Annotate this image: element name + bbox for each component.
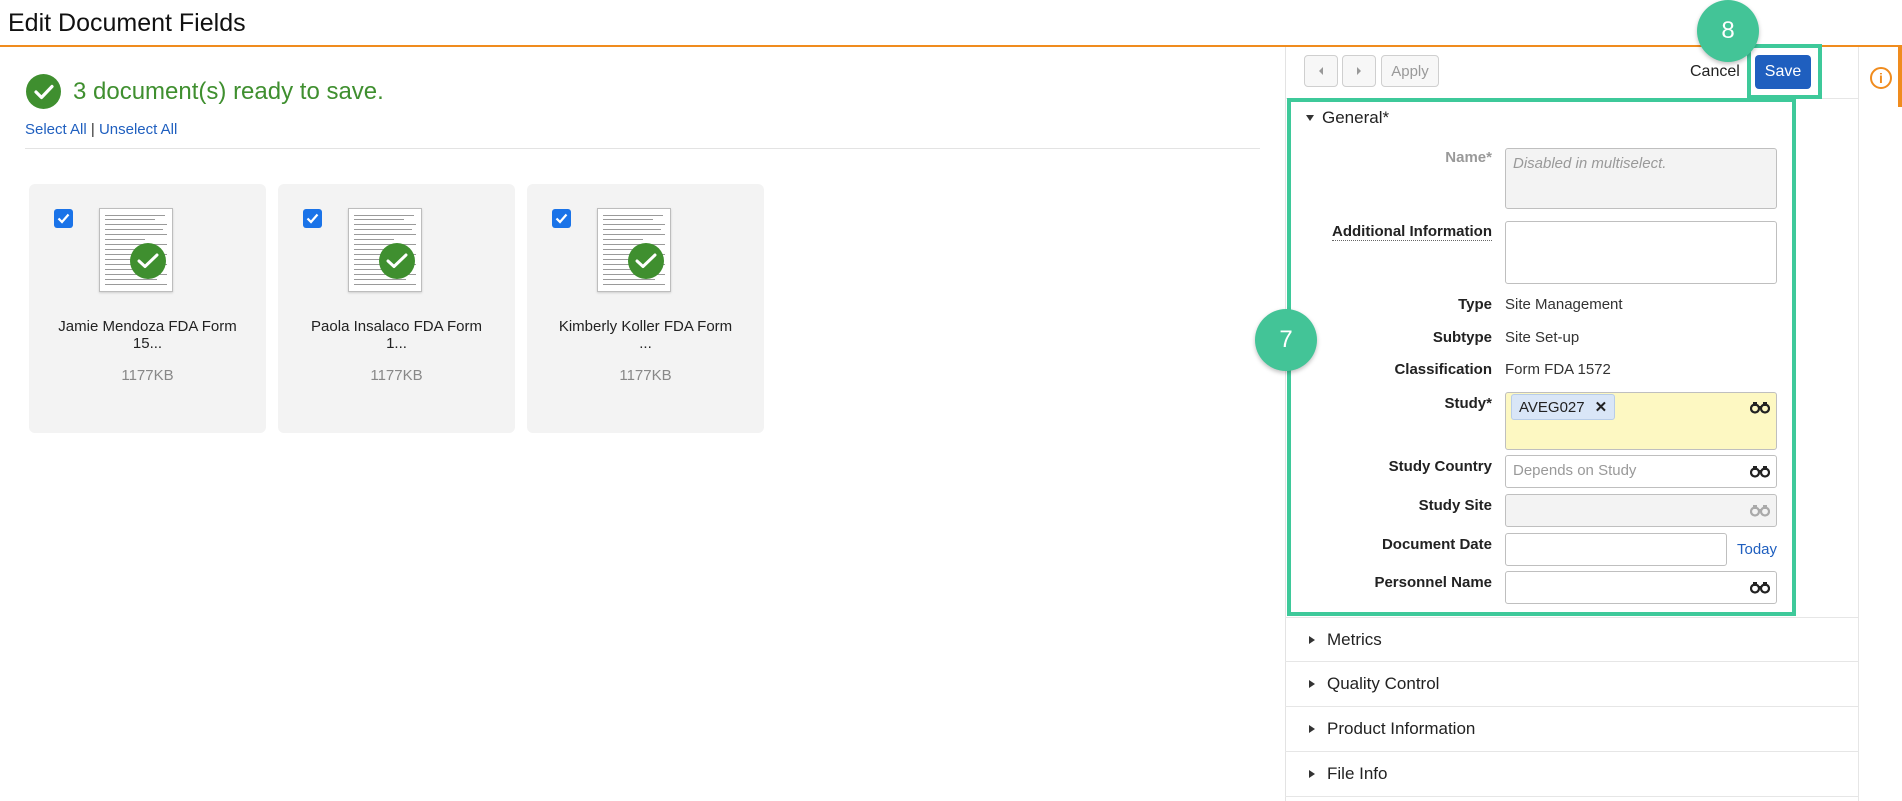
document-checkbox[interactable] [552,209,571,228]
caret-right-icon [1309,636,1315,644]
caret-down-icon [1306,115,1314,121]
subtype-label: Subtype [1432,329,1492,346]
selection-links: Select All | Unselect All [25,121,177,138]
binoculars-icon[interactable] [1750,580,1770,594]
file-info-section-title: File Info [1327,764,1388,783]
file-info-section-header[interactable]: File Info [1309,764,1387,784]
remove-tag-icon[interactable]: ✕ [1595,398,1608,416]
unselect-all-link[interactable]: Unselect All [99,121,177,138]
personnel-name-label: Personnel Name [1374,574,1492,591]
name-label: Name* [1445,149,1492,166]
document-size: 1177KB [619,367,672,384]
caret-right-icon [1309,770,1315,778]
document-card[interactable]: Paola Insalaco FDA Form 1... 1177KB [278,184,515,433]
document-size: 1177KB [370,367,423,384]
binoculars-icon[interactable] [1750,400,1770,414]
apply-button[interactable]: Apply [1381,55,1439,87]
study-site-label: Study Site [1418,497,1492,514]
subtype-value: Site Set-up [1505,329,1580,346]
binoculars-icon [1750,505,1770,517]
document-checkbox[interactable] [54,209,73,228]
divider [25,148,1260,149]
quality-control-section-title: Quality Control [1327,674,1440,693]
document-card[interactable]: Kimberly Koller FDA Form ... 1177KB [527,184,764,433]
caret-right-icon [1309,725,1315,733]
classification-value: Form FDA 1572 [1505,361,1611,378]
additional-information-field[interactable] [1505,221,1777,284]
document-size: 1177KB [121,367,174,384]
classification-label: Classification [1394,361,1492,378]
study-country-field[interactable]: Depends on Study [1505,455,1777,488]
study-tag-label: AVEG027 [1519,398,1585,416]
additional-information-label: Additional Information [1332,223,1492,241]
page-title: Edit Document Fields [8,9,246,37]
success-check-icon [26,74,61,109]
chevron-right-icon [1357,67,1361,75]
study-label: Study* [1444,395,1492,412]
caret-right-icon [1309,680,1315,688]
product-information-section[interactable]: Product Information [1285,707,1858,752]
ready-message: 3 document(s) ready to save. [73,77,384,105]
step-callout-save: 8 [1697,0,1759,62]
document-card[interactable]: Jamie Mendoza FDA Form 15... 1177KB [29,184,266,433]
document-name[interactable]: Paola Insalaco FDA Form 1... [288,318,505,352]
study-tag[interactable]: AVEG027 ✕ [1511,394,1616,420]
personnel-name-field[interactable] [1505,571,1777,604]
previous-button[interactable] [1304,55,1338,87]
selection-separator: | [90,121,95,138]
document-name[interactable]: Jamie Mendoza FDA Form 15... [39,318,256,352]
quality-control-section[interactable]: Quality Control [1285,662,1858,707]
general-section-header[interactable]: General* [1306,108,1389,128]
page-header: Edit Document Fields [0,0,1902,47]
type-label: Type [1458,296,1492,313]
select-all-link[interactable]: Select All [25,121,87,138]
info-icon[interactable]: i [1870,67,1892,89]
study-country-label: Study Country [1388,458,1492,475]
general-section-title: General* [1322,108,1390,127]
verified-check-icon [130,243,166,279]
today-link[interactable]: Today [1737,541,1777,558]
name-field: Disabled in multiselect. [1505,148,1777,209]
verified-check-icon [379,243,415,279]
product-information-section-header[interactable]: Product Information [1309,719,1475,739]
metrics-section[interactable]: Metrics [1285,617,1858,662]
verified-check-icon [628,243,664,279]
save-highlight-box [1747,44,1822,99]
document-date-label: Document Date [1381,536,1492,553]
file-info-section[interactable]: File Info [1285,752,1858,797]
document-date-field[interactable] [1505,533,1727,566]
study-site-field [1505,494,1777,527]
active-indicator [1898,47,1902,107]
quality-control-section-header[interactable]: Quality Control [1309,674,1439,694]
type-value: Site Management [1505,296,1623,313]
chevron-left-icon [1319,67,1323,75]
product-information-section-title: Product Information [1327,719,1476,738]
metrics-section-title: Metrics [1327,630,1382,649]
document-checkbox[interactable] [303,209,322,228]
metrics-section-header[interactable]: Metrics [1309,630,1382,650]
document-name[interactable]: Kimberly Koller FDA Form ... [537,318,754,352]
binoculars-icon[interactable] [1750,464,1770,478]
side-strip [1858,47,1902,801]
next-button[interactable] [1342,55,1376,87]
cancel-button[interactable]: Cancel [1690,63,1740,81]
ready-status: 3 document(s) ready to save. [26,74,384,109]
